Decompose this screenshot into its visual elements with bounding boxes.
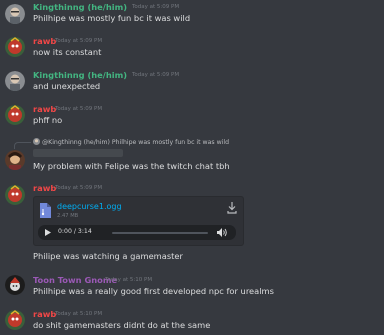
- avatar[interactable]: [5, 37, 25, 57]
- message-text: Philhipe was mostly fun bc it was wild: [33, 13, 191, 23]
- message-text: phff no: [33, 115, 63, 125]
- chat-messages: Kingthinng (he/him) Today at 5:09 PM Phi…: [0, 0, 384, 335]
- reply-icon: [14, 142, 31, 149]
- audio-player: 0:00 / 3:14: [38, 225, 236, 240]
- timestamp: Today at 5:09 PM: [132, 4, 180, 10]
- timestamp: Today at 5:09 PM: [55, 106, 103, 112]
- file-audio-icon: [40, 203, 51, 218]
- message-text: now its constant: [33, 47, 102, 57]
- author-name[interactable]: Kingthinng (he/him): [33, 2, 127, 12]
- author-name[interactable]: rawb: [33, 183, 56, 193]
- message-text: Philhipe was a really good first develop…: [33, 286, 274, 296]
- avatar[interactable]: [5, 150, 25, 170]
- timestamp: Today at 5:10 PM: [55, 311, 103, 317]
- timestamp: Today at 5:09 PM: [55, 38, 103, 44]
- reply-text: @Kingthinng (he/him) Philhipe was mostly…: [41, 139, 230, 146]
- avatar[interactable]: [5, 275, 25, 295]
- timestamp: Today at 5:10 PM: [105, 277, 153, 283]
- avatar[interactable]: [5, 105, 25, 125]
- message-text: do shit gamemasters didnt do at the same: [33, 320, 211, 330]
- progress-slider[interactable]: [112, 231, 208, 234]
- message-text: and unexpected: [33, 81, 101, 91]
- message-text: Philipe was watching a gamemaster: [33, 251, 183, 261]
- download-icon[interactable]: [227, 202, 237, 214]
- play-icon[interactable]: [45, 229, 51, 236]
- author-name[interactable]: [33, 149, 123, 157]
- avatar: [33, 138, 40, 145]
- timestamp: Today at 5:09 PM: [132, 72, 180, 78]
- avatar[interactable]: [5, 185, 25, 205]
- avatar[interactable]: [5, 71, 25, 91]
- avatar[interactable]: [5, 4, 25, 24]
- timestamp: Today at 5:09 PM: [55, 185, 103, 191]
- file-name-link[interactable]: deepcurse1.ogg: [57, 202, 122, 211]
- playback-time: 0:00 / 3:14: [58, 228, 92, 235]
- author-name[interactable]: rawb: [33, 309, 56, 319]
- file-size: 2.47 MB: [57, 213, 79, 219]
- message-text: My problem with Felipe was the twitch ch…: [33, 161, 230, 171]
- author-name[interactable]: Kingthinng (he/him): [33, 70, 127, 80]
- avatar[interactable]: [5, 310, 25, 330]
- author-name[interactable]: rawb: [33, 36, 56, 46]
- audio-attachment: deepcurse1.ogg 2.47 MB 0:00 / 3:14: [33, 196, 244, 246]
- author-name[interactable]: rawb: [33, 104, 56, 114]
- reply-preview[interactable]: @Kingthinng (he/him) Philhipe was mostly…: [33, 138, 229, 146]
- volume-icon[interactable]: [217, 228, 227, 237]
